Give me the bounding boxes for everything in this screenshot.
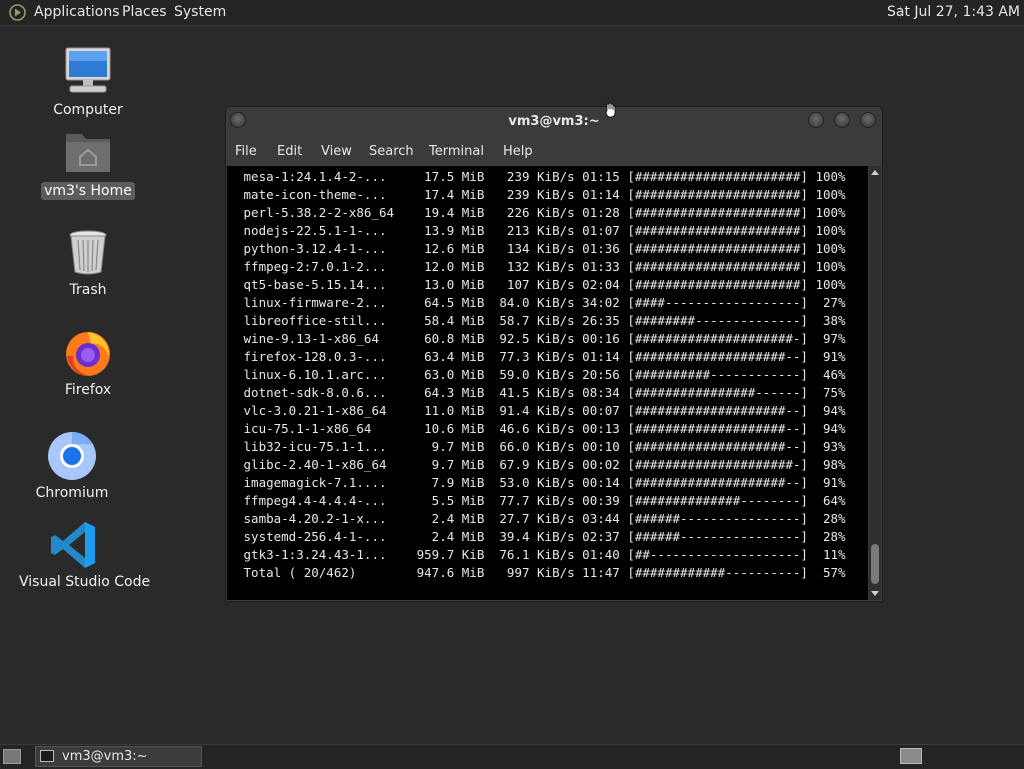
terminal-line: linux-firmware-2... 64.5 MiB 84.0 KiB/s … [236, 295, 846, 310]
hand-cursor-icon [605, 102, 616, 118]
menu-view[interactable]: View [321, 144, 352, 159]
terminal-line: qt5-base-5.15.14... 13.0 MiB 107 KiB/s 0… [236, 277, 846, 292]
terminal-line: gtk3-1:3.24.43-1... 959.7 KiB 76.1 KiB/s… [236, 547, 846, 562]
terminal-line: systemd-256.4-1-... 2.4 MiB 39.4 KiB/s 0… [236, 529, 846, 544]
desktop-icon-firefox[interactable]: Firefox [33, 326, 143, 398]
titlebar[interactable]: vm3@vm3:~ [226, 107, 882, 137]
trash-icon [69, 230, 107, 275]
taskbar-terminal-button[interactable]: vm3@vm3:~ [35, 746, 202, 767]
terminal-line: vlc-3.0.21-1-x86_64 11.0 MiB 91.4 KiB/s … [236, 403, 846, 418]
terminal-line: perl-5.38.2-2-x86_64 19.4 MiB 226 KiB/s … [236, 205, 846, 220]
scroll-down-arrow-icon[interactable] [871, 591, 879, 596]
terminal-line: icu-75.1-1-x86_64 10.6 MiB 46.6 KiB/s 00… [236, 421, 846, 436]
desktop-icon-chromium[interactable]: Chromium [17, 429, 127, 501]
clock[interactable]: Sat Jul 27, 1:43 AM [887, 4, 1020, 21]
workspace-switcher[interactable] [900, 748, 922, 764]
scrollbar-thumb[interactable] [871, 544, 879, 584]
terminal-line: mesa-1:24.1.4-2-... 17.5 MiB 239 KiB/s 0… [236, 169, 846, 184]
terminal-line: Total ( 20/462) 947.6 MiB 997 KiB/s 11:4… [236, 565, 846, 580]
maximize-button[interactable] [834, 112, 850, 128]
terminal-line: ffmpeg-2:7.0.1-2... 12.0 MiB 132 KiB/s 0… [236, 259, 846, 274]
computer-icon [65, 47, 111, 93]
terminal-output[interactable]: mesa-1:24.1.4-2-... 17.5 MiB 239 KiB/s 0… [227, 166, 868, 600]
window-title: vm3@vm3:~ [508, 114, 600, 129]
terminal-line: linux-6.10.1.arc... 63.0 MiB 59.0 KiB/s … [236, 367, 846, 382]
terminal-icon [40, 750, 54, 762]
terminal-line: libreoffice-stil... 58.4 MiB 58.7 KiB/s … [236, 313, 846, 328]
menu-search[interactable]: Search [369, 144, 414, 159]
home-folder-icon [66, 134, 110, 172]
menu-terminal[interactable]: Terminal [429, 144, 484, 159]
desktop-icon-label: Firefox [64, 382, 112, 398]
menu-places[interactable]: Places [122, 4, 167, 21]
scroll-up-arrow-icon[interactable] [871, 170, 879, 175]
menu-help[interactable]: Help [503, 144, 533, 159]
terminal-line: wine-9.13-1-x86_64 60.8 MiB 92.5 KiB/s 0… [236, 331, 846, 346]
desktop-icon-label: vm3's Home [41, 182, 135, 200]
terminal-line: imagemagick-7.1.... 7.9 MiB 53.0 KiB/s 0… [236, 475, 846, 490]
scrollbar[interactable] [869, 166, 881, 600]
terminal-text: mesa-1:24.1.4-2-... 17.5 MiB 239 KiB/s 0… [236, 168, 846, 582]
terminal-line: python-3.12.4-1-... 12.6 MiB 134 KiB/s 0… [236, 241, 846, 256]
chromium-icon [48, 432, 96, 480]
menu-file[interactable]: File [235, 144, 257, 159]
terminal-window[interactable]: vm3@vm3:~ File Edit View Search Terminal… [225, 106, 883, 602]
taskbar-label: vm3@vm3:~ [62, 749, 148, 764]
terminal-line: mate-icon-theme-... 17.4 MiB 239 KiB/s 0… [236, 187, 846, 202]
menubar: File Edit View Search Terminal Help [226, 139, 882, 165]
minimize-button[interactable] [808, 112, 824, 128]
menu-system[interactable]: System [174, 4, 226, 21]
terminal-line: lib32-icu-75.1-1... 9.7 MiB 66.0 KiB/s 0… [236, 439, 846, 454]
bottom-panel: vm3@vm3:~ [0, 744, 1024, 769]
terminal-line: nodejs-22.5.1-1-... 13.9 MiB 213 KiB/s 0… [236, 223, 846, 238]
terminal-line: samba-4.20.2-1-x... 2.4 MiB 27.7 KiB/s 0… [236, 511, 846, 526]
top-panel: Applications Places System Sat Jul 27, 1… [0, 0, 1024, 26]
terminal-line: glibc-2.40-1-x86_64 9.7 MiB 67.9 KiB/s 0… [236, 457, 846, 472]
desktop-icon-computer[interactable]: Computer [33, 46, 143, 118]
desktop-icon-home[interactable]: vm3's Home [33, 126, 143, 200]
show-desktop-icon[interactable] [3, 749, 21, 764]
distro-logo-icon[interactable] [9, 4, 26, 21]
menu-edit[interactable]: Edit [277, 144, 302, 159]
desktop-icon-label: Trash [69, 282, 107, 298]
menu-applications[interactable]: Applications [34, 4, 120, 21]
desktop-icon-vscode[interactable]: Visual Studio Code [19, 518, 151, 590]
desktop-icon-label: Visual Studio Code [19, 574, 151, 590]
terminal-line: firefox-128.0.3-... 63.4 MiB 77.3 KiB/s … [236, 349, 846, 364]
terminal-line: ffmpeg4.4-4.4.4-... 5.5 MiB 77.7 KiB/s 0… [236, 493, 846, 508]
vscode-icon [51, 522, 95, 568]
close-button[interactable] [860, 112, 876, 128]
firefox-icon [66, 332, 110, 377]
terminal-line: dotnet-sdk-8.0.6... 64.3 MiB 41.5 KiB/s … [236, 385, 846, 400]
desktop-icon-label: Chromium [35, 485, 109, 501]
desktop-icon-label: Computer [53, 102, 123, 118]
desktop-icon-trash[interactable]: Trash [33, 226, 143, 298]
